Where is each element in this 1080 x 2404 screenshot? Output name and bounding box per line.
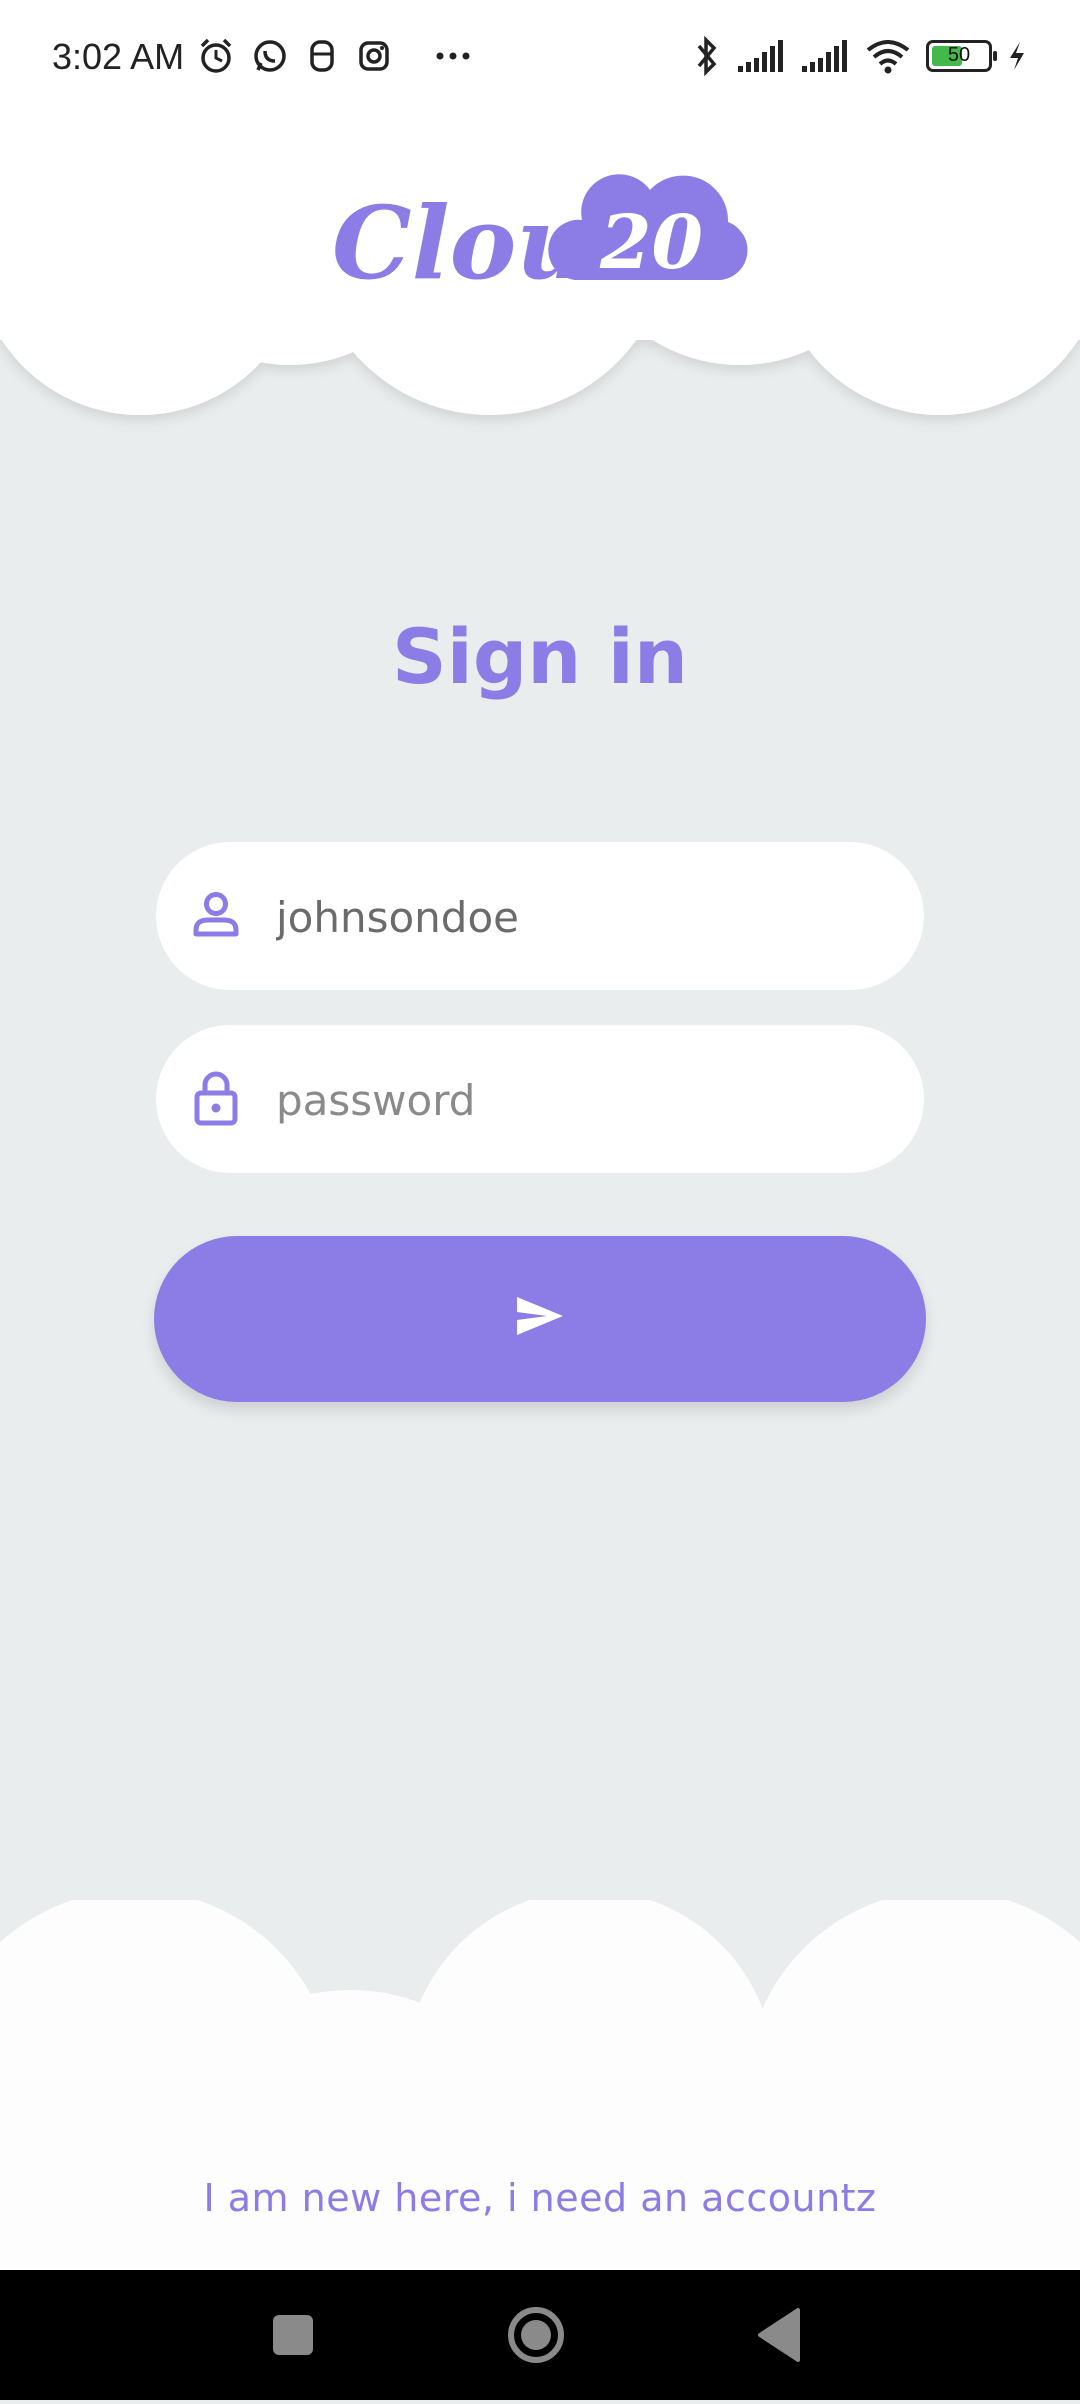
username-input[interactable] <box>274 842 878 992</box>
more-icon <box>436 52 470 60</box>
wifi-icon <box>866 40 910 74</box>
whatsapp-icon <box>254 40 286 72</box>
password-input[interactable] <box>274 1025 878 1175</box>
status-time: 3:02 AM <box>52 36 185 77</box>
system-icons: 50 <box>692 34 1028 78</box>
cloud20-logo: Cloud 20 <box>332 174 748 300</box>
back-button[interactable] <box>720 2270 840 2400</box>
home-button[interactable] <box>476 2270 596 2400</box>
username-field[interactable] <box>156 842 924 992</box>
bluetooth-icon <box>697 35 717 77</box>
send-icon <box>517 1297 563 1335</box>
user-icon <box>193 892 239 937</box>
triangle-back-icon <box>758 2308 800 2362</box>
circle-icon <box>508 2307 564 2363</box>
notification-icons <box>196 36 478 76</box>
recents-button[interactable] <box>233 2270 353 2400</box>
app-icon <box>310 40 334 72</box>
instagram-icon <box>359 41 389 71</box>
charging-icon <box>1010 42 1024 70</box>
lock-icon <box>194 1071 238 1126</box>
sign-in-button[interactable] <box>154 1236 926 1402</box>
battery-level: 50 <box>947 44 971 66</box>
page-title: Sign in <box>392 612 688 701</box>
status-bar: 3:02 AM 50 <box>0 0 1080 120</box>
signal-icon <box>738 40 783 72</box>
square-icon <box>273 2315 313 2355</box>
logo-number: 20 <box>599 200 703 286</box>
create-account-link[interactable]: I am new here, i need an accountz <box>0 2176 1080 2220</box>
alarm-icon <box>200 38 232 73</box>
battery-icon: 50 <box>926 40 997 72</box>
signal-icon <box>802 40 847 72</box>
navigation-bar <box>0 2270 1080 2400</box>
password-field[interactable] <box>156 1025 924 1175</box>
